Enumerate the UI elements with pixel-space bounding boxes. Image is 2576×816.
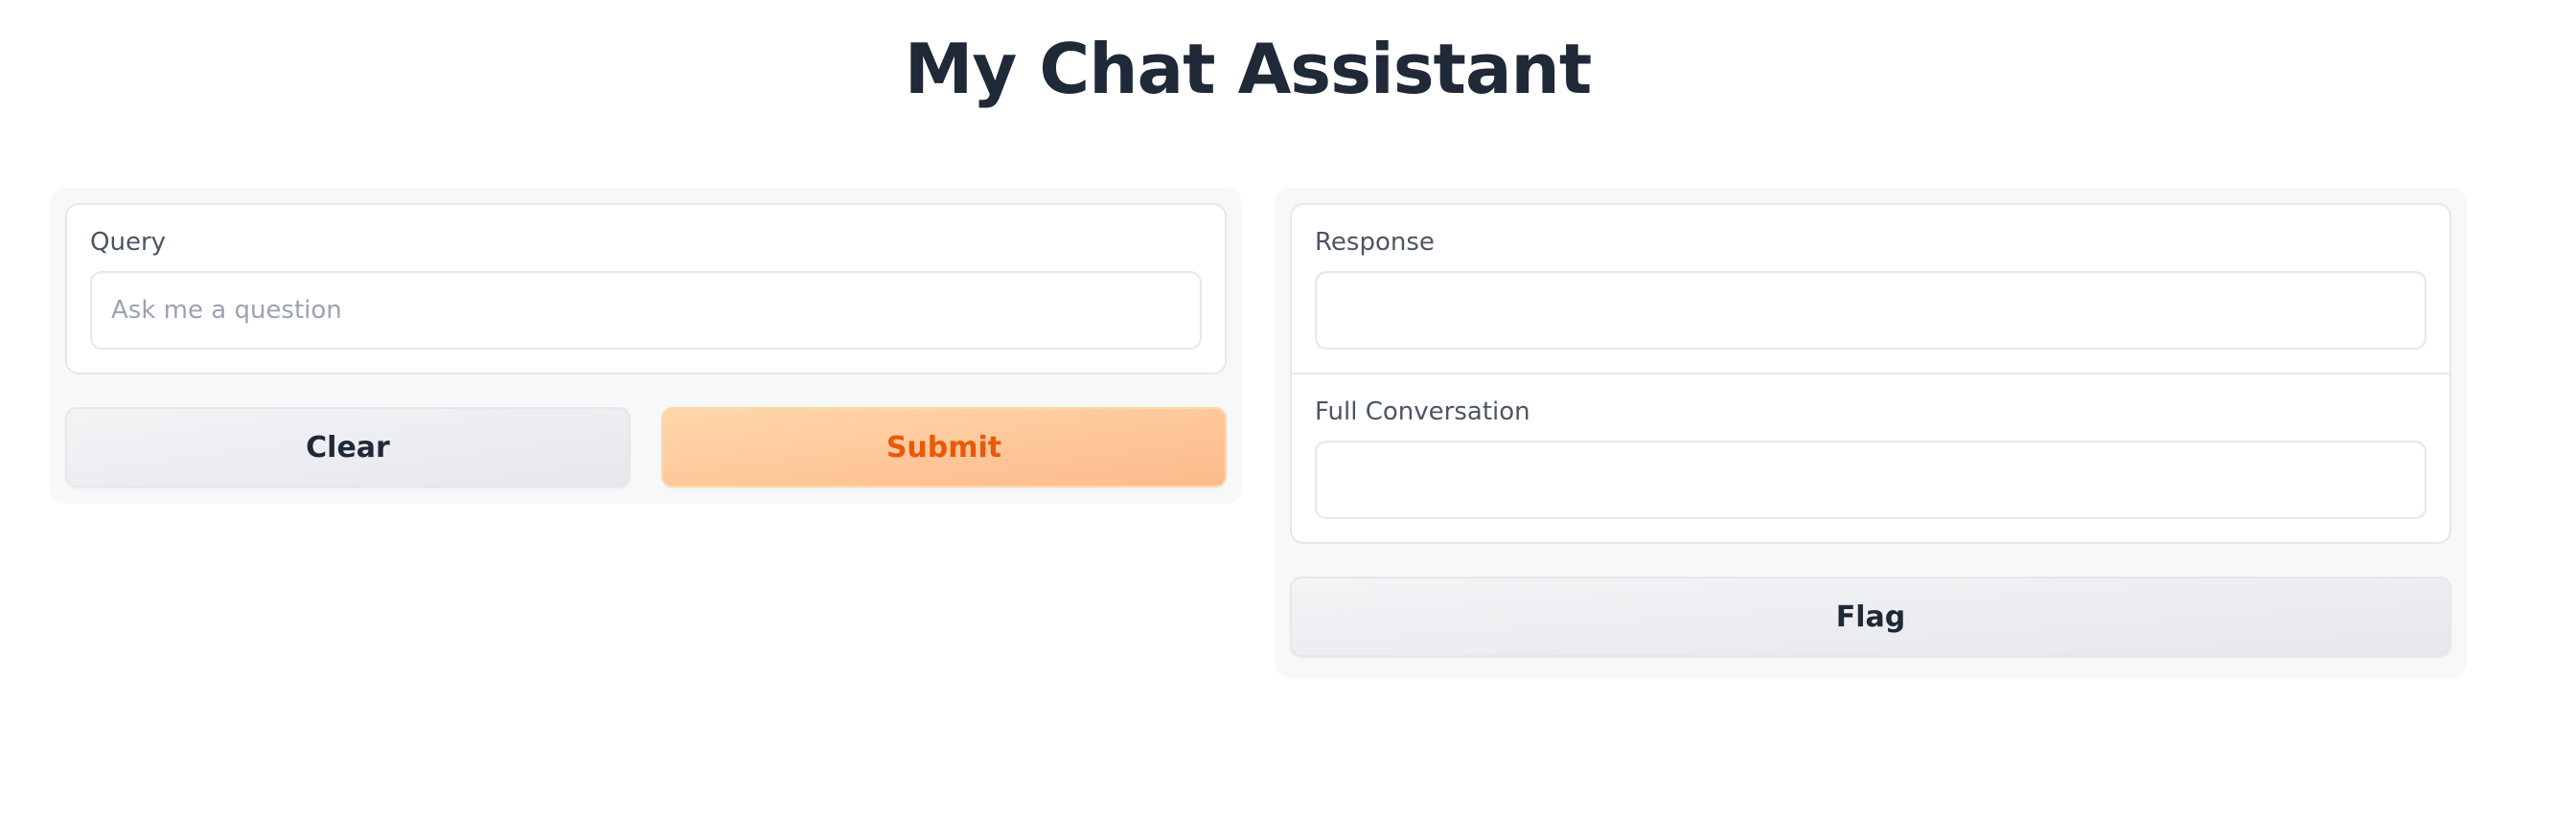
input-panel: Query Clear Submit (50, 188, 1242, 504)
flag-actions: Flag (1290, 577, 2451, 658)
response-section: Response (1292, 205, 2450, 373)
input-actions: Clear Submit (65, 407, 1227, 488)
flag-button[interactable]: Flag (1290, 577, 2451, 658)
gradio-app: My Chat Assistant Query Clear Submit Res… (0, 0, 2576, 816)
query-block: Query (65, 203, 1227, 375)
response-label: Response (1315, 228, 1435, 257)
conversation-section: Full Conversation (1292, 373, 2450, 542)
query-input[interactable] (90, 271, 1202, 351)
clear-button[interactable]: Clear (65, 407, 631, 488)
output-panel: Response Full Conversation Flag (1275, 188, 2467, 678)
query-label: Query (90, 228, 167, 257)
response-output[interactable] (1315, 271, 2426, 351)
conversation-output[interactable] (1315, 441, 2426, 520)
submit-button[interactable]: Submit (661, 407, 1227, 488)
output-block: Response Full Conversation (1290, 203, 2451, 545)
page-title: My Chat Assistant (904, 29, 1592, 109)
conversation-label: Full Conversation (1315, 397, 1530, 427)
